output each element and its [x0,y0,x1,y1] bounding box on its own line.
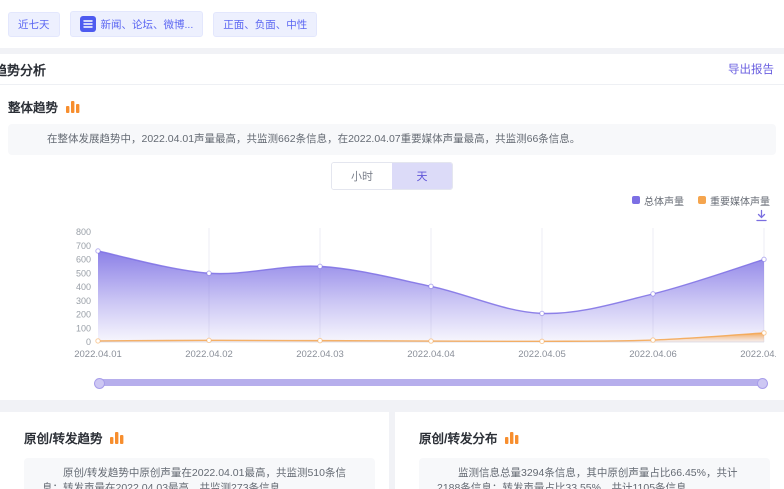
filter-chip-time-label: 近七天 [18,17,50,32]
divider [0,400,784,412]
filter-chip-time[interactable]: 近七天 [8,12,60,37]
granularity-toggle: 小时 天 [331,162,453,190]
origin-repost-distribution-summary: 监测信息总量3294条信息，其中原创声量占比66.45%，共计2188条信息；转… [419,458,770,489]
filter-bar: 近七天 新闻、论坛、微博... 正面、负面、中性 [0,0,784,48]
filter-chip-sentiment-label: 正面、负面、中性 [223,17,307,32]
svg-text:2022.04.05: 2022.04.05 [518,349,566,360]
trend-chart[interactable]: 0 100 200 300 400 500 600 700 800 2022.04.01 2022.… [0,222,784,371]
page-title: 趋势分析 [0,60,46,79]
overall-trend-summary-text: 在整体发展趋势中，2022.04.01声量最高，共监测662条信息，在2022.… [47,133,580,145]
overall-trend-summary: 在整体发展趋势中，2022.04.01声量最高，共监测662条信息，在2022.… [8,124,776,155]
svg-text:800: 800 [76,227,91,237]
filter-chip-sentiment[interactable]: 正面、负面、中性 [213,12,317,37]
legend-item-total-volume[interactable]: 总体声量 [632,193,684,208]
origin-repost-trend-title: 原创/转发趋势 [24,428,102,447]
svg-text:2022.04.01: 2022.04.01 [74,349,122,360]
origin-repost-trend-summary: 原创/转发趋势中原创声量在2022.04.01最高，共监测510条信息；转发声量… [24,458,375,489]
bar-chart-icon [505,431,519,444]
chart-legend: 总体声量 重要媒体声量 [0,190,784,207]
legend-item-media-volume[interactable]: 重要媒体声量 [698,193,770,208]
svg-text:2022.04.03: 2022.04.03 [296,349,344,360]
bar-chart-icon [66,100,80,113]
granularity-toggle-row: 小时 天 [0,162,784,190]
legend-label-total: 总体声量 [644,193,684,208]
origin-repost-distribution-title: 原创/转发分布 [419,428,497,447]
legend-swatch-total [632,196,640,204]
svg-text:500: 500 [76,268,91,278]
svg-text:100: 100 [76,323,91,333]
trend-chart-svg: 0 100 200 300 400 500 600 700 800 2022.04.01 2022.… [8,224,776,366]
chart-zoom-slider[interactable] [98,379,764,386]
chart-toolbox [0,207,784,222]
svg-text:2022.04.06: 2022.04.06 [629,349,677,360]
trend-analysis-panel: 趋势分析 导出报告 整体趋势 在整体发展趋势中，2022.04.01声量最高，共… [0,54,784,386]
svg-text:700: 700 [76,241,91,251]
bar-chart-icon [110,431,124,444]
card-origin-repost-trend: 原创/转发趋势 原创/转发趋势中原创声量在2022.04.01最高，共监测510… [0,412,389,489]
overall-trend-header: 整体趋势 [0,85,784,124]
svg-text:2022.04.07: 2022.04.07 [740,349,776,360]
svg-text:400: 400 [76,282,91,292]
legend-swatch-media [698,196,706,204]
toggle-day-button[interactable]: 天 [392,163,452,189]
legend-label-media: 重要媒体声量 [710,193,770,208]
svg-text:200: 200 [76,310,91,320]
trend-analysis-dashboard: 近七天 新闻、论坛、微博... 正面、负面、中性 趋势分析 导出报告 整体趋势 … [0,0,784,489]
filter-chip-sources[interactable]: 新闻、论坛、微博... [70,11,204,37]
source-channels-icon [80,16,96,32]
svg-text:2022.04.04: 2022.04.04 [407,349,455,360]
export-report-link[interactable]: 导出报告 [728,61,774,77]
overall-trend-title: 整体趋势 [8,97,58,116]
svg-text:600: 600 [76,255,91,265]
panel-header: 趋势分析 导出报告 [0,54,784,85]
svg-text:2022.04.02: 2022.04.02 [185,349,233,360]
svg-text:300: 300 [76,296,91,306]
card-origin-repost-distribution: 原创/转发分布 监测信息总量3294条信息，其中原创声量占比66.45%，共计2… [395,412,784,489]
download-chart-icon[interactable] [755,209,768,222]
toggle-hour-button[interactable]: 小时 [332,163,392,189]
svg-text:0: 0 [86,337,91,347]
filter-chip-sources-label: 新闻、论坛、微博... [101,17,194,32]
bottom-cards: 原创/转发趋势 原创/转发趋势中原创声量在2022.04.01最高，共监测510… [0,412,784,489]
